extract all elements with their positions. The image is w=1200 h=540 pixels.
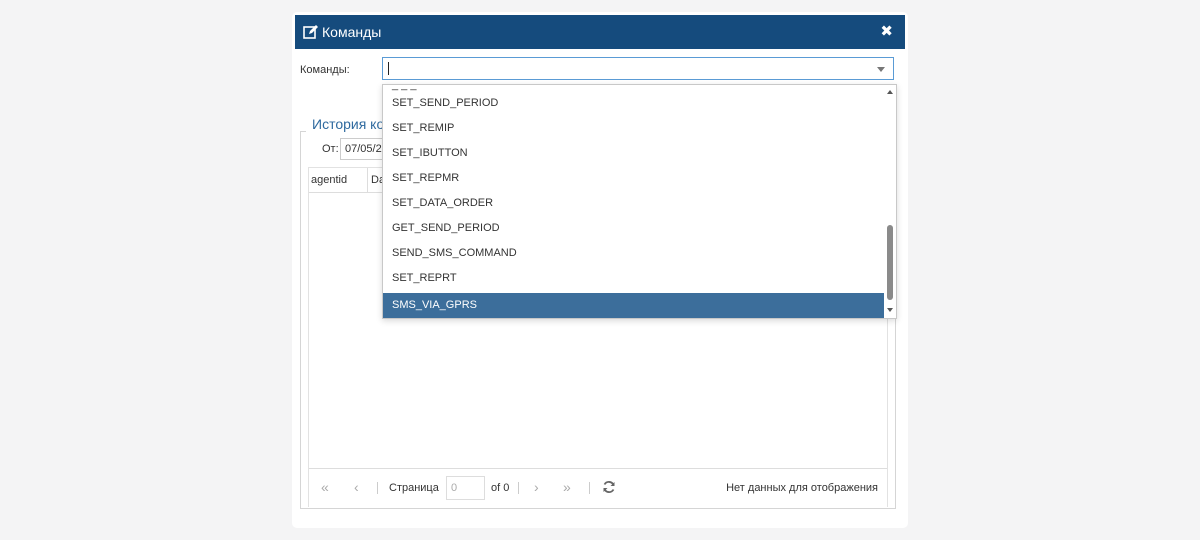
list-item[interactable]: SET_REMIP [383,116,884,141]
dialog-title: Команды [322,24,382,40]
pager-status: Нет данных для отображения [726,482,878,494]
scrollbar-thumb[interactable] [887,225,893,300]
scroll-down-icon[interactable] [887,308,893,312]
pager-divider [589,482,590,494]
column-divider [367,168,368,192]
page-label: Страница [389,482,439,494]
column-agentid[interactable]: agentid [311,174,347,186]
dropdown-scrollbar[interactable] [884,85,896,318]
dialog-titlebar: Команды ✖ [295,15,905,49]
pager: « ‹ Страница 0 of 0 › » Нет данных для о… [309,468,887,507]
first-page-icon[interactable]: « [321,480,329,494]
pager-divider [518,482,519,494]
from-label: От: [322,143,339,155]
edit-icon [303,24,319,40]
list-item[interactable]: SET_REPMR [383,166,884,191]
prev-page-icon[interactable]: ‹ [354,480,359,494]
list-item[interactable]: SET_REPRT [383,266,884,291]
last-page-icon[interactable]: » [563,480,571,494]
page-input[interactable]: 0 [446,476,485,500]
list-item[interactable]: SET_SEND_PERIOD [383,91,884,116]
close-icon[interactable]: ✖ [880,23,893,41]
list-item[interactable]: GET_SEND_PERIOD [383,216,884,241]
chevron-down-icon[interactable] [877,67,885,72]
list-item[interactable]: SET_DATA_ORDER [383,191,884,216]
pager-divider [377,482,378,494]
refresh-icon[interactable] [602,480,616,494]
list-item[interactable]: SEND_SMS_COMMAND [383,241,884,266]
list-item[interactable]: SET_IBUTTON [383,141,884,166]
commands-combobox[interactable] [382,57,894,80]
page-count-label: of 0 [491,482,510,494]
commands-dropdown-list: _ _ _ SET_SEND_PERIOD SET_REMIP SET_IBUT… [382,84,897,319]
scroll-up-icon[interactable] [887,90,893,94]
next-page-icon[interactable]: › [534,480,539,494]
text-caret [388,62,389,75]
list-item-selected[interactable]: SMS_VIA_GPRS [383,293,884,318]
commands-label: Команды: [300,64,350,76]
